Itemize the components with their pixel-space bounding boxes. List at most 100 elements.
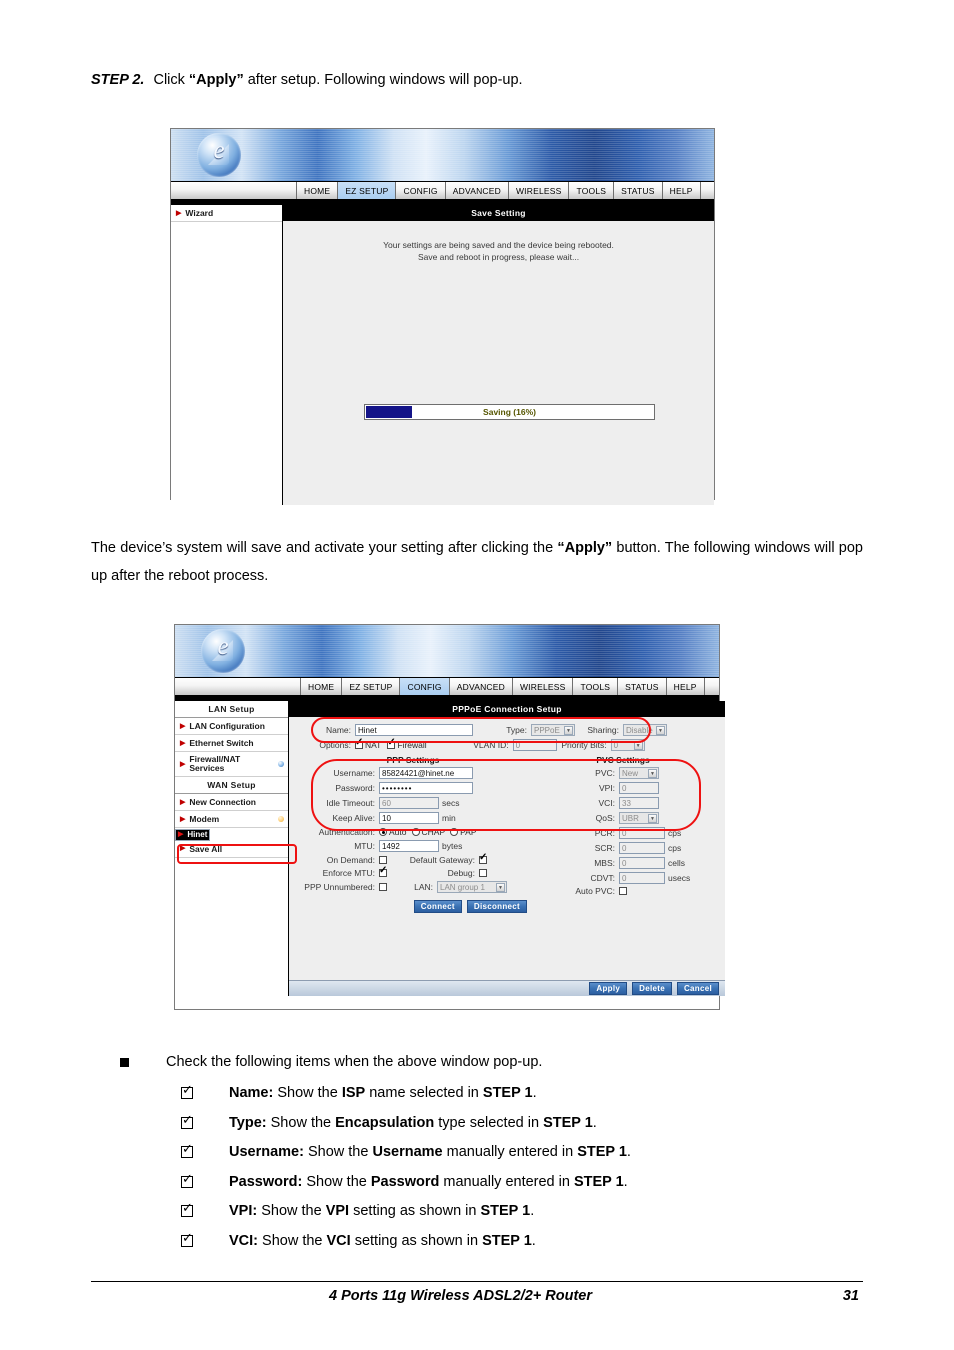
check-mid2: setting as shown in [350,1232,483,1249]
lan-select[interactable]: LAN group 1 ▼ [437,881,507,893]
disconnect-button[interactable]: Disconnect [466,900,527,913]
tab-ez-setup[interactable]: EZ SETUP [338,182,397,199]
priority-bits-select[interactable]: 0 ▼ [610,739,645,751]
vpi-input[interactable] [619,782,659,794]
sidebar-item-label: Modem [189,814,220,824]
cancel-button[interactable]: Cancel [676,982,719,995]
row-keep-alive: Keep Alive: min [297,812,529,824]
options-label: Options: [319,740,351,750]
sidebar-item-modem[interactable]: ▶ Modem [175,811,288,828]
auto-pvc-checkbox[interactable] [619,887,627,895]
firewall-checkbox[interactable] [387,737,396,749]
sidebar-item-save-all[interactable]: ▶ Save All [175,841,288,858]
navbar-spacer [171,182,297,199]
navbar-tail [705,678,719,695]
sidebar-item-firewall-nat-services[interactable]: ▶ Firewall/NAT Services [175,752,288,777]
type-select[interactable]: PPPoE ▼ [531,724,575,736]
debug-checkbox[interactable] [479,869,487,877]
sidebar-item-new-connection[interactable]: ▶ New Connection [175,794,288,811]
pvc-select[interactable]: New ▼ [619,767,659,779]
check-term: VPI: [229,1203,258,1219]
row-cdvt: CDVT: usecs [529,872,717,884]
checkbox-icon [181,1142,193,1158]
mbs-input[interactable] [619,857,665,869]
enforce-mtu-checkbox[interactable] [379,865,387,877]
sidebar-item-label: Firewall/NAT Services [189,754,241,773]
sidebar-item-lan-configuration[interactable]: ▶ LAN Configuration [175,718,288,735]
list-item: Name: Show the ISP name selected in STEP… [181,1083,921,1103]
username-input[interactable] [379,767,473,779]
ppp-unnumbered-label: PPP Unnumbered: [304,882,375,892]
tab-status[interactable]: STATUS [614,182,663,199]
connect-button[interactable]: Connect [413,900,462,913]
check-mid1: Show the [273,1085,342,1101]
tab-home[interactable]: HOME [301,678,343,695]
mbs-unit: cells [668,858,686,868]
checkbox-icon [181,1172,193,1188]
apply-button[interactable]: Apply [589,982,628,995]
vlan-id-label: VLAN ID: [473,740,509,750]
sidebar-item-hinet[interactable]: ▶ Hinet [175,828,211,841]
cdvt-input[interactable] [619,872,665,884]
row-password: Password: [297,782,529,794]
nat-checkbox[interactable] [355,737,363,749]
qos-select[interactable]: UBR ▼ [619,812,659,824]
auth-radio-pap[interactable] [450,828,459,836]
scr-input[interactable] [619,842,665,854]
tab-config[interactable]: CONFIG [400,678,450,695]
delete-button[interactable]: Delete [632,982,672,995]
idle-timeout-input[interactable] [379,797,439,809]
check-mid1: Show the [258,1232,327,1249]
tab-config[interactable]: CONFIG [396,182,446,199]
keep-alive-input[interactable] [379,812,439,824]
ppp-settings-header: PPP Settings [386,755,440,765]
vci-input[interactable] [619,797,659,809]
sharing-select[interactable]: Disable ▼ [623,724,667,736]
tab-wireless[interactable]: WIRELESS [513,678,574,695]
ppp-unnumbered-checkbox[interactable] [379,883,387,891]
chevron-down-icon: ▼ [648,814,657,823]
message-line-1: Your settings are being saved and the de… [383,240,614,250]
tab-advanced[interactable]: ADVANCED [446,182,509,199]
tab-help[interactable]: HELP [663,182,701,199]
mtu-input[interactable] [379,840,439,852]
tab-wireless[interactable]: WIRELESS [509,182,570,199]
lan-label: LAN: [414,882,433,892]
row-scr: SCR: cps [529,842,717,854]
password-input[interactable] [379,782,473,794]
chevron-down-icon: ▼ [496,883,505,892]
row-vci: VCI: [529,797,717,809]
name-input[interactable] [355,724,473,736]
pcr-input[interactable] [619,827,665,839]
arrow-icon: ▶ [180,739,186,747]
paragraph-part-1: The device’s system will save and activa… [91,540,558,556]
checklist-intro: Check the following items when the above… [120,1053,880,1081]
router-navbar-1[interactable]: HOME EZ SETUP CONFIG ADVANCED WIRELESS T… [171,182,714,200]
sidebar-item-wizard[interactable]: ▶ Wizard [171,205,282,222]
pcr-unit: cps [668,828,682,838]
auth-radio-chap[interactable] [411,828,420,836]
tab-tools[interactable]: TOOLS [573,678,619,695]
check-mid2: type selected in [434,1114,544,1131]
sidebar-item-label: Hinet [187,830,208,839]
auth-label-pap: PAP [460,827,477,837]
auth-radio-auto[interactable] [379,828,387,836]
tab-status[interactable]: STATUS [618,678,667,695]
row-pcr: PCR: cps [529,827,717,839]
tab-help[interactable]: HELP [667,678,705,695]
on-demand-checkbox[interactable] [379,856,387,864]
router-navbar-2[interactable]: HOME EZ SETUP CONFIG ADVANCED WIRELESS T… [175,678,719,696]
pvc-settings-header: PVC Settings [596,755,650,765]
tab-tools[interactable]: TOOLS [569,182,615,199]
pvc-settings-column: PVC: New ▼ VPI: VCI: [529,767,717,913]
arrow-icon: ▶ [180,760,186,768]
default-gateway-checkbox[interactable] [479,852,487,864]
content-2: PPPoE Connection Setup Name: Type: PPPoE… [289,701,725,996]
row-auto-pvc: Auto PVC: [529,887,717,895]
sidebar-item-ethernet-switch[interactable]: ▶ Ethernet Switch [175,735,288,752]
vlan-id-input[interactable] [512,739,557,751]
tab-ez-setup[interactable]: EZ SETUP [342,678,401,695]
tab-advanced[interactable]: ADVANCED [450,678,513,695]
tab-home[interactable]: HOME [297,182,339,199]
row-qos: QoS: UBR ▼ [529,812,717,824]
